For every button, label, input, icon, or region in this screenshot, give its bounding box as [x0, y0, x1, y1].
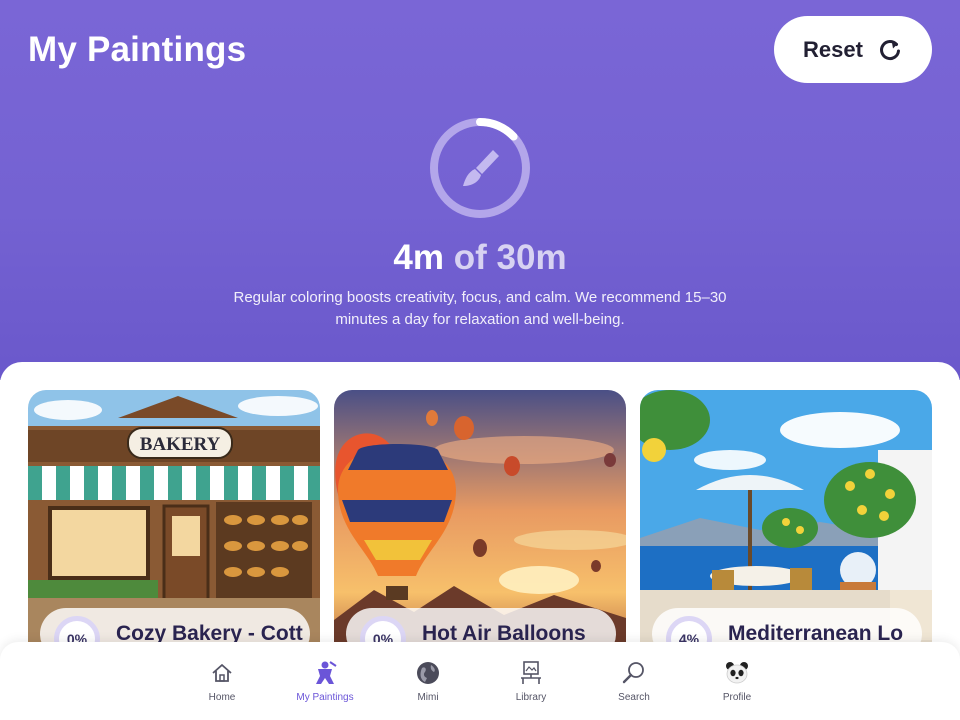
tab-label: Mimi — [417, 692, 439, 703]
tab-home[interactable]: Home — [182, 660, 262, 712]
tab-label: Home — [208, 692, 236, 703]
painting-card-mediterranean[interactable]: 4% Mediterranean Lo — [640, 390, 932, 660]
tab-label: Profile — [722, 692, 752, 703]
reset-label: Reset — [803, 36, 863, 62]
gallery-icon — [518, 660, 544, 686]
time-goal: of 30m — [453, 238, 567, 277]
time-progress: 4m of 30m — [0, 238, 960, 278]
tab-label: Library — [515, 692, 547, 703]
panda-icon — [724, 660, 750, 686]
tab-library[interactable]: Library — [491, 660, 571, 712]
magnifier-icon — [621, 660, 647, 686]
tab-search[interactable]: Search — [594, 660, 674, 712]
painting-card-balloons[interactable]: 0% Hot Air Balloons — [334, 390, 626, 660]
wellbeing-description: Regular coloring boosts creativity, focu… — [233, 289, 727, 328]
globe-icon — [415, 660, 441, 686]
header: My Paintings Reset 4m of 30m Regular col… — [0, 0, 960, 380]
house-icon — [209, 660, 235, 686]
tab-mimi[interactable]: Mimi — [388, 660, 468, 712]
reset-button[interactable]: Reset — [774, 16, 932, 83]
paintbrush-icon — [463, 150, 499, 186]
tab-profile[interactable]: Profile — [697, 660, 777, 712]
page-title: My Paintings — [28, 30, 247, 69]
tab-label: Search — [618, 692, 650, 703]
paint-figure-icon — [312, 660, 338, 686]
refresh-icon — [880, 39, 900, 60]
tab-my-paintings[interactable]: My Paintings — [285, 660, 365, 712]
progress-ring — [430, 118, 530, 218]
tab-label: My Paintings — [296, 692, 354, 703]
bottom-tab-bar: Home My Paintings Mimi Library Search Pr… — [0, 642, 960, 720]
time-spent: 4m — [393, 238, 445, 277]
painting-card-bakery[interactable]: BAKERY 0% Cozy Bakery - Cott — [28, 390, 320, 660]
bakery-sign-text: BAKERY — [140, 434, 221, 455]
